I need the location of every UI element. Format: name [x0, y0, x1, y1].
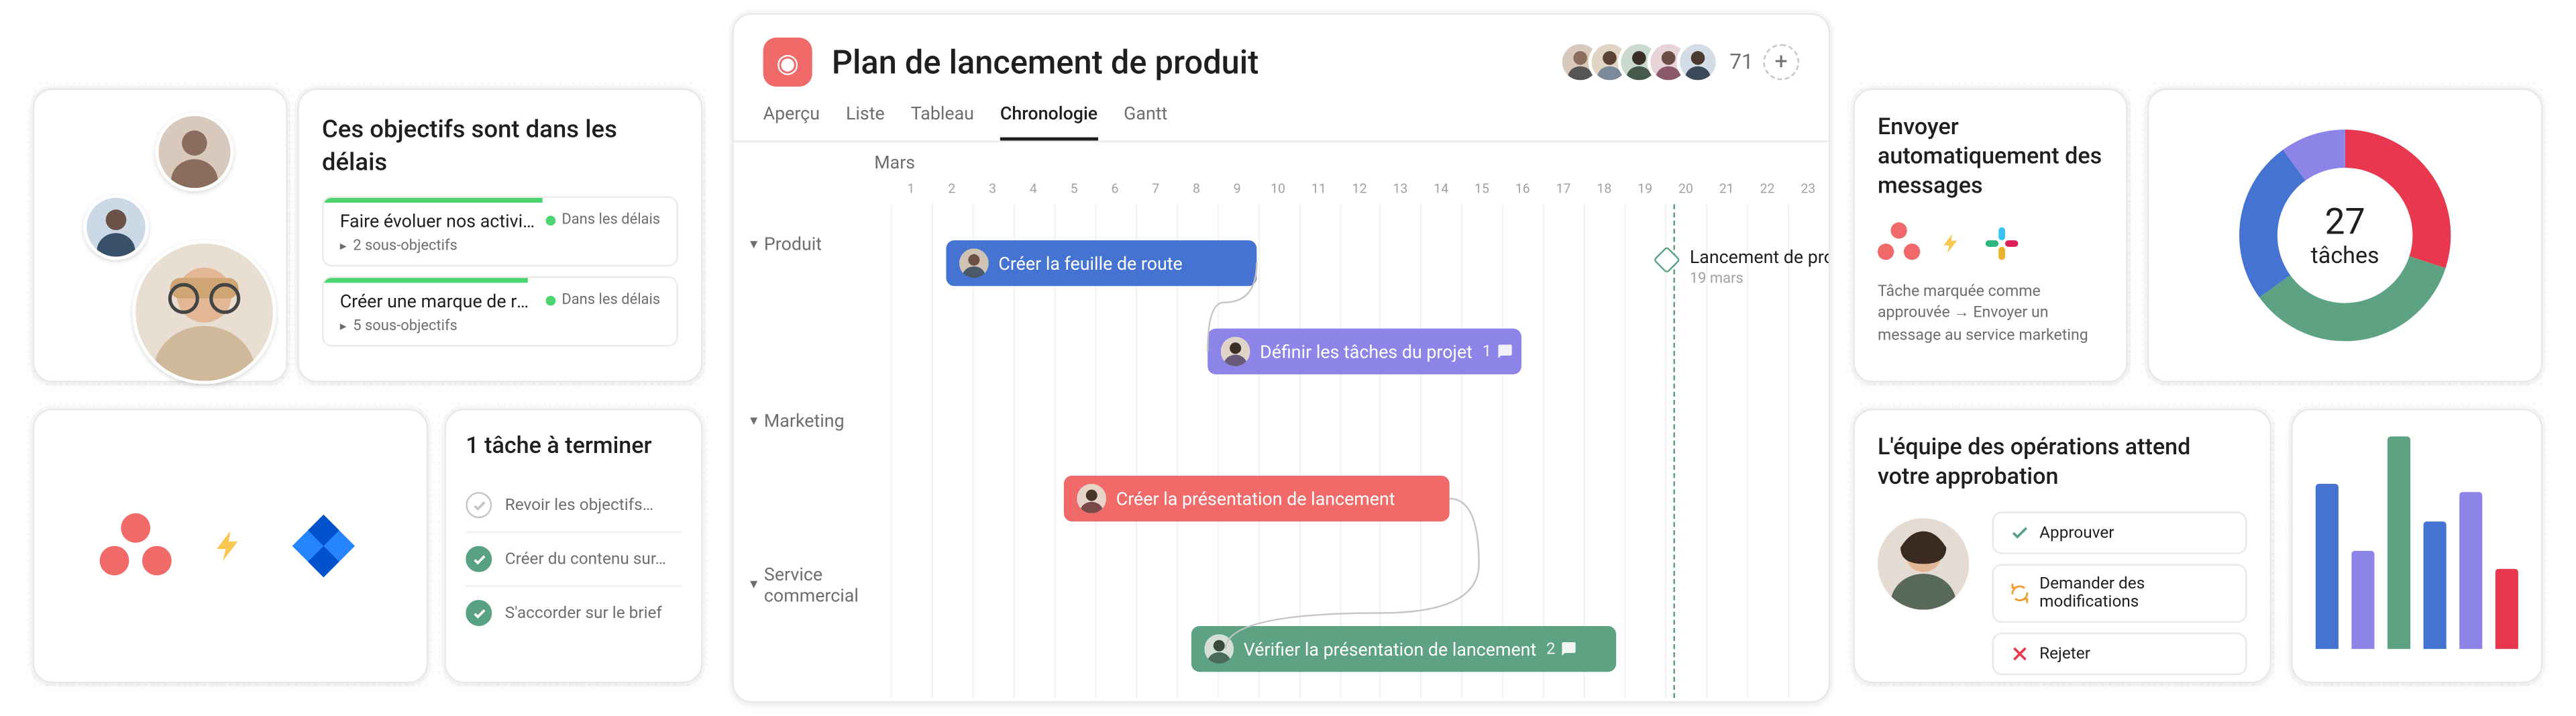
tab-board[interactable]: Tableau	[911, 103, 974, 140]
avatar	[155, 113, 233, 191]
task-label: Créer du contenu sur…	[505, 550, 666, 568]
integration-card	[33, 409, 429, 683]
milestone[interactable]: Lancement de produit 19 mars	[1657, 250, 1830, 288]
objectives-heading: Ces objectifs sont dans les délais	[322, 113, 678, 179]
asana-icon	[1878, 221, 1920, 264]
bolt-icon	[1940, 227, 1963, 260]
bar	[2351, 551, 2374, 649]
task-bar-label: Définir les tâches du projet	[1260, 341, 1472, 362]
milestone-label: Lancement de produit	[1690, 247, 1830, 268]
avatar	[1221, 337, 1250, 366]
member-count: 71	[1729, 50, 1754, 74]
team-avatars-card	[33, 89, 288, 382]
automation-heading: Envoyer automatiquement des messages	[1878, 113, 2103, 202]
task-bar[interactable]: Vérifier la présentation de lancement 2	[1191, 626, 1616, 672]
objective-status: Dans les délais	[545, 213, 660, 229]
task-bar-label: Créer la feuille de route	[998, 252, 1182, 274]
task-label: Revoir les objectifs…	[505, 496, 653, 514]
timeline-section[interactable]: Service commercial	[750, 564, 881, 607]
diamond-icon	[1653, 246, 1680, 274]
objective-title: Créer une marque de renommée…	[340, 290, 536, 311]
avatar	[1878, 519, 1969, 610]
donut-card: 27 tâches	[2147, 89, 2543, 382]
tab-gantt[interactable]: Gantt	[1124, 103, 1167, 140]
jira-icon	[286, 509, 361, 584]
add-member-button[interactable]: +	[1763, 44, 1799, 81]
bar-chart-card	[2291, 409, 2542, 683]
objective-sub: 5 sous-objectifs	[340, 318, 660, 334]
objective-sub: 2 sous-objectifs	[340, 238, 660, 254]
request-changes-button[interactable]: Demander des modifications	[1992, 564, 2247, 623]
check-icon[interactable]	[466, 546, 492, 572]
approval-card: L'équipe des opérations attend votre app…	[1853, 409, 2271, 683]
objectives-card: Ces objectifs sont dans les délais Faire…	[297, 89, 702, 382]
check-icon[interactable]	[466, 492, 492, 518]
project-tabs: Aperçu Liste Tableau Chronologie Gantt	[734, 87, 1829, 142]
tasks-card: 1 tâche à terminer Revoir les objectifs……	[445, 409, 703, 683]
bar	[2459, 492, 2482, 649]
automation-card: Envoyer automatiquement des messages Tâc…	[1853, 89, 2127, 382]
objective-item[interactable]: Créer une marque de renommée… Dans les d…	[322, 275, 678, 346]
objective-item[interactable]: Faire évoluer nos activités Dans les dél…	[322, 195, 678, 266]
comment-count: 1	[1483, 342, 1513, 360]
avatar	[1677, 41, 1719, 83]
donut-value: 27	[2325, 202, 2365, 243]
objective-title: Faire évoluer nos activités	[340, 210, 536, 232]
task-row[interactable]: S'accorder sur le brief	[466, 585, 682, 639]
automation-rule: Tâche marquée comme approuvée → Envoyer …	[1878, 280, 2103, 348]
avatar	[959, 248, 989, 278]
project-card: ◉ Plan de lancement de produit 71 + Aper…	[732, 13, 1830, 703]
bar	[2424, 521, 2447, 649]
task-bar[interactable]: Créer la feuille de route	[946, 240, 1256, 286]
tab-timeline[interactable]: Chronologie	[1000, 103, 1097, 140]
approve-button[interactable]: Approuver	[1992, 512, 2247, 554]
bar	[2387, 436, 2410, 649]
slack-icon	[1982, 223, 2021, 262]
timeline-days: 1234567891011121314151617181920212223	[891, 181, 1829, 204]
check-icon[interactable]	[466, 600, 492, 626]
bar	[2316, 483, 2339, 649]
tasks-heading: 1 tâche à terminer	[466, 433, 682, 460]
task-row[interactable]: Créer du contenu sur…	[466, 531, 682, 585]
task-bar[interactable]: Créer la présentation de lancement	[1064, 476, 1450, 521]
tab-list[interactable]: Liste	[846, 103, 885, 140]
asana-icon	[100, 510, 172, 582]
timeline-month: Mars	[874, 152, 915, 174]
task-bar-label: Créer la présentation de lancement	[1116, 488, 1395, 509]
task-row[interactable]: Revoir les objectifs…	[466, 479, 682, 531]
bar	[2496, 568, 2518, 649]
project-members[interactable]: 71 +	[1560, 41, 1799, 83]
bolt-icon	[211, 520, 247, 572]
avatar	[1077, 484, 1106, 513]
project-icon: ◉	[763, 38, 812, 87]
reject-button[interactable]: Rejeter	[1992, 633, 2247, 676]
task-label: S'accorder sur le brief	[505, 604, 662, 622]
timeline-section[interactable]: Marketing	[750, 410, 844, 431]
comment-count: 2	[1546, 640, 1576, 658]
donut-label: tâches	[2311, 243, 2379, 269]
timeline[interactable]: Mars 12345678910111213141516171819202122…	[734, 142, 1829, 698]
avatar	[132, 240, 276, 384]
avatar	[83, 195, 148, 260]
objective-status: Dans les délais	[545, 293, 660, 309]
tab-overview[interactable]: Aperçu	[763, 103, 820, 140]
approval-heading: L'équipe des opérations attend votre app…	[1878, 433, 2247, 493]
task-bar-label: Vérifier la présentation de lancement	[1244, 638, 1536, 660]
timeline-section[interactable]: Produit	[750, 234, 822, 255]
task-bar[interactable]: Définir les tâches du projet 1	[1208, 329, 1521, 374]
milestone-date: 19 mars	[1690, 271, 1830, 287]
avatar	[1204, 634, 1234, 664]
project-title: Plan de lancement de produit	[832, 42, 1540, 81]
